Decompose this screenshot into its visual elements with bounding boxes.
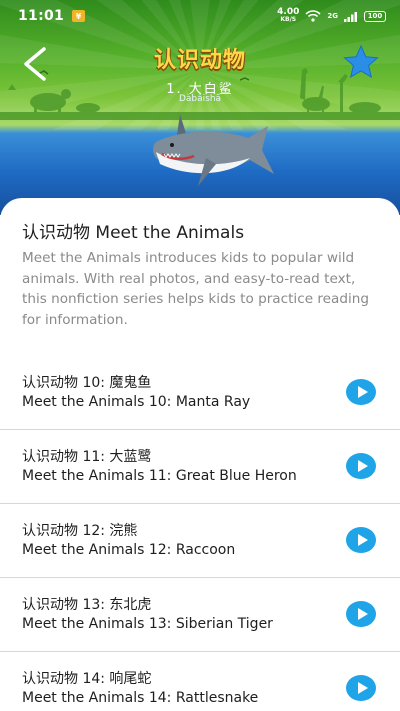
play-icon [357, 460, 368, 472]
play-icon [357, 534, 368, 546]
list-item[interactable]: 认识动物 12: 浣熊 Meet the Animals 12: Raccoon [0, 504, 400, 578]
app-notification-icon: ¥ [72, 10, 86, 22]
signal-label: 2G [327, 12, 338, 20]
item-title-cn: 认识动物 13: 东北虎 [22, 597, 152, 613]
item-title-en: Meet the Animals 14: Rattlesnake [22, 690, 259, 706]
item-title-en: Meet the Animals 11: Great Blue Heron [22, 468, 297, 484]
network-speed: 4.00 KB/S [277, 7, 300, 24]
list-item[interactable]: 认识动物 13: 东北虎 Meet the Animals 13: Siberi… [0, 578, 400, 652]
favorite-star-icon[interactable] [342, 44, 380, 80]
series-title: 认识动物 Meet the Animals [22, 223, 245, 243]
page-title: 认识动物 [153, 48, 246, 73]
episode-list: 认识动物 10: 魔鬼鱼 Meet the Animals 10: Manta … [0, 356, 400, 711]
play-button[interactable] [346, 379, 376, 405]
list-item[interactable]: 认识动物 14: 响尾蛇 Meet the Animals 14: Rattle… [0, 652, 400, 711]
play-icon [357, 608, 368, 620]
shark-image [153, 114, 274, 186]
list-item[interactable]: 认识动物 11: 大蓝鹭 Meet the Animals 11: Great … [0, 430, 400, 504]
status-bar: 11:01 ¥ 4.00 KB/S 2G 100 [0, 0, 400, 32]
content-card: 认识动物 Meet the Animals Meet the Animals i… [0, 198, 400, 711]
item-title-cn: 认识动物 11: 大蓝鹭 [22, 449, 152, 465]
clock: 11:01 [18, 8, 65, 24]
series-description: Meet the Animals introduces kids to popu… [22, 250, 370, 328]
hero-banner: 认识动物 1. 大白鲨 Dàbáishā [0, 0, 400, 215]
signal-icon [344, 11, 357, 22]
item-title-cn: 认识动物 14: 响尾蛇 [22, 671, 152, 687]
play-icon [357, 386, 368, 398]
item-title-en: Meet the Animals 12: Raccoon [22, 542, 236, 558]
animal-pinyin: Dàbáishā [178, 94, 222, 104]
item-title-en: Meet the Animals 13: Siberian Tiger [22, 616, 273, 632]
item-title-cn: 认识动物 12: 浣熊 [22, 523, 138, 539]
list-item[interactable]: 认识动物 10: 魔鬼鱼 Meet the Animals 10: Manta … [0, 356, 400, 430]
wifi-icon [305, 10, 321, 22]
item-title-en: Meet the Animals 10: Manta Ray [22, 394, 251, 410]
play-button[interactable] [346, 675, 376, 701]
play-button[interactable] [346, 453, 376, 479]
play-button[interactable] [346, 527, 376, 553]
play-button[interactable] [346, 601, 376, 627]
battery-icon: 100 [364, 10, 386, 22]
play-icon [357, 682, 368, 694]
item-title-cn: 认识动物 10: 魔鬼鱼 [22, 375, 152, 391]
